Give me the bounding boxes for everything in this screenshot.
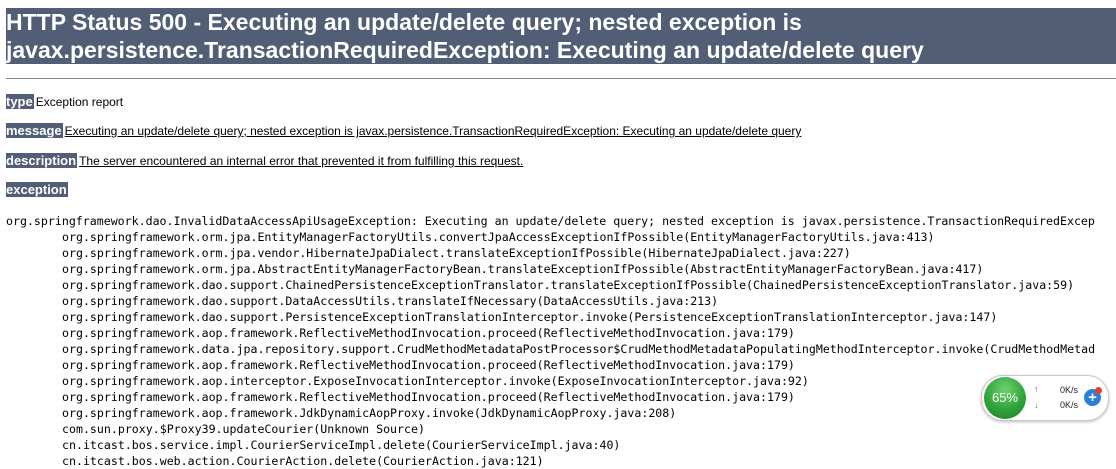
upload-speed: 0K/s bbox=[1060, 385, 1079, 395]
exception-label: exception bbox=[6, 182, 68, 197]
stack-frame: org.springframework.aop.framework.JdkDyn… bbox=[62, 406, 677, 420]
stack-frame: org.springframework.aop.framework.Reflec… bbox=[62, 358, 795, 372]
stack-frame: org.springframework.dao.support.ChainedP… bbox=[62, 278, 1075, 292]
description-row: description The server encountered an int… bbox=[6, 153, 523, 169]
notification-dot-icon bbox=[1095, 387, 1102, 394]
stack-trace-first-line: org.springframework.dao.InvalidDataAcces… bbox=[6, 214, 1095, 228]
stack-frame: cn.itcast.bos.web.action.CourierAction.d… bbox=[62, 454, 544, 468]
memory-usage-ball[interactable]: 65% bbox=[984, 377, 1026, 419]
description-value[interactable]: The server encountered an internal error… bbox=[79, 154, 523, 168]
stack-frame: org.springframework.dao.support.Persiste… bbox=[62, 310, 998, 324]
stack-frame: org.springframework.aop.framework.Reflec… bbox=[62, 390, 795, 404]
page-title: HTTP Status 500 - Executing an update/de… bbox=[6, 8, 1116, 64]
description-label: description bbox=[6, 153, 78, 168]
stack-frame: org.springframework.data.jpa.repository.… bbox=[62, 342, 1096, 356]
type-value: Exception report bbox=[35, 95, 124, 109]
stack-frame: cn.itcast.bos.service.impl.CourierServic… bbox=[62, 438, 621, 452]
network-speed-widget[interactable]: 65% ↑ 0K/s ↓ 0K/s + bbox=[981, 375, 1109, 421]
stack-frame: org.springframework.dao.support.DataAcce… bbox=[62, 294, 719, 308]
type-row: type Exception report bbox=[6, 94, 123, 110]
stack-frame: org.springframework.orm.jpa.AbstractEnti… bbox=[62, 262, 984, 276]
message-label: message bbox=[6, 123, 63, 138]
error-page: HTTP Status 500 - Executing an update/de… bbox=[0, 0, 1116, 469]
upload-arrow-icon: ↑ bbox=[1034, 384, 1039, 394]
page-title-line-1: HTTP Status 500 - Executing an update/de… bbox=[6, 9, 802, 35]
stack-frame: com.sun.proxy.$Proxy39.updateCourier(Unk… bbox=[62, 422, 425, 436]
stack-trace: org.springframework.dao.InvalidDataAcces… bbox=[6, 213, 1095, 469]
exception-row: exception bbox=[6, 182, 68, 198]
type-label: type bbox=[6, 94, 34, 109]
stack-frame: org.springframework.orm.jpa.EntityManage… bbox=[62, 230, 935, 244]
stack-frame: org.springframework.aop.framework.Reflec… bbox=[62, 326, 795, 340]
message-row: message Executing an update/delete query;… bbox=[6, 123, 801, 139]
download-speed: 0K/s bbox=[1060, 400, 1079, 410]
message-value[interactable]: Executing an update/delete query; nested… bbox=[65, 124, 802, 138]
stack-frame: org.springframework.orm.jpa.vendor.Hiber… bbox=[62, 246, 851, 260]
divider bbox=[6, 78, 1116, 79]
stack-frame: org.springframework.aop.interceptor.Expo… bbox=[62, 374, 809, 388]
download-arrow-icon: ↓ bbox=[1034, 400, 1039, 410]
page-title-line-2: javax.persistence.TransactionRequiredExc… bbox=[6, 37, 924, 63]
